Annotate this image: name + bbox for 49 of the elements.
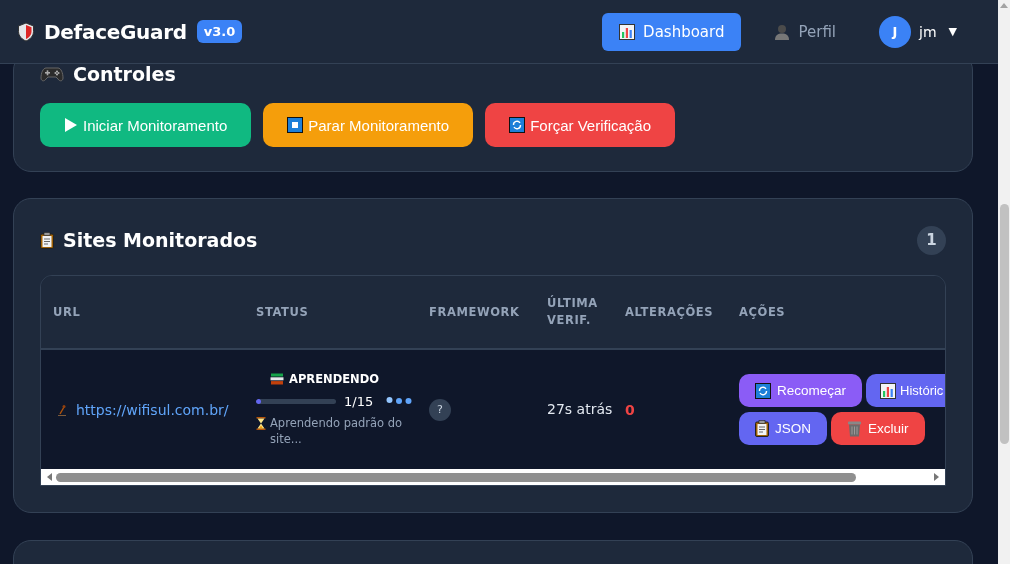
- control-button[interactable]: Iniciar Monitoramento: [40, 103, 252, 147]
- scrollbar[interactable]: [998, 0, 1010, 564]
- nav-link[interactable]: Perfil: [757, 12, 853, 51]
- nav-link[interactable]: Dashboard: [602, 12, 742, 51]
- shield-icon: [17, 21, 35, 42]
- refresh-icon: [755, 382, 771, 399]
- scrollbar-thumb[interactable]: [999, 204, 1009, 444]
- action-button[interactable]: Recomeçar: [739, 374, 863, 407]
- trash-icon: [847, 420, 862, 437]
- control-button[interactable]: Parar Monitoramento: [263, 103, 474, 147]
- url-link[interactable]: https://wifisul.com.br/: [76, 401, 229, 418]
- app-title: DefaceGuard: [44, 19, 187, 44]
- version-badge: v3.0: [196, 20, 243, 43]
- bar-chart-icon: [880, 382, 897, 399]
- user-menu[interactable]: J jm ▼: [879, 15, 957, 48]
- user-avatar: J: [879, 15, 911, 48]
- action-button[interactable]: JSON: [739, 412, 827, 445]
- status-text: APRENDENDO: [289, 371, 379, 386]
- changes-cell: 0: [613, 349, 727, 469]
- clipboard-icon: [755, 420, 769, 437]
- section-title: Sites Monitorados: [63, 229, 258, 251]
- progress-reading: 1/15: [344, 393, 374, 409]
- scroll-left-icon[interactable]: [47, 473, 52, 481]
- refresh-icon: [509, 117, 526, 133]
- status-note: Aprendendo padrão do site...: [270, 414, 404, 448]
- hourglass-icon: [256, 416, 266, 430]
- section-title: Controles: [73, 64, 176, 85]
- column-header: URL: [41, 276, 244, 349]
- gamepad-icon: [40, 65, 64, 83]
- scroll-up-icon[interactable]: [1000, 3, 1008, 8]
- horizontal-scrollbar[interactable]: [41, 469, 945, 485]
- bar-chart-icon: [619, 23, 636, 40]
- books-icon: [270, 372, 284, 385]
- caret-icon: ▼: [948, 25, 957, 38]
- control-button[interactable]: Forçar Verificação: [485, 103, 676, 147]
- clipboard-icon: [40, 231, 54, 249]
- action-button[interactable]: Históric: [866, 374, 945, 407]
- column-header: AÇÕES: [727, 276, 945, 349]
- last-check-cell: 27s atrás: [535, 349, 613, 469]
- scrollbar-thumb[interactable]: [56, 472, 856, 482]
- loading-dots-icon: [386, 397, 413, 406]
- play-icon: [64, 118, 78, 132]
- framework-badge: ?: [429, 398, 451, 421]
- stop-icon: [287, 117, 304, 133]
- person-icon: [774, 23, 791, 40]
- scroll-right-icon[interactable]: [934, 473, 939, 481]
- count-badge: 1: [917, 225, 946, 255]
- site-favicon-icon: [57, 403, 67, 416]
- action-button[interactable]: Excluir: [831, 412, 925, 445]
